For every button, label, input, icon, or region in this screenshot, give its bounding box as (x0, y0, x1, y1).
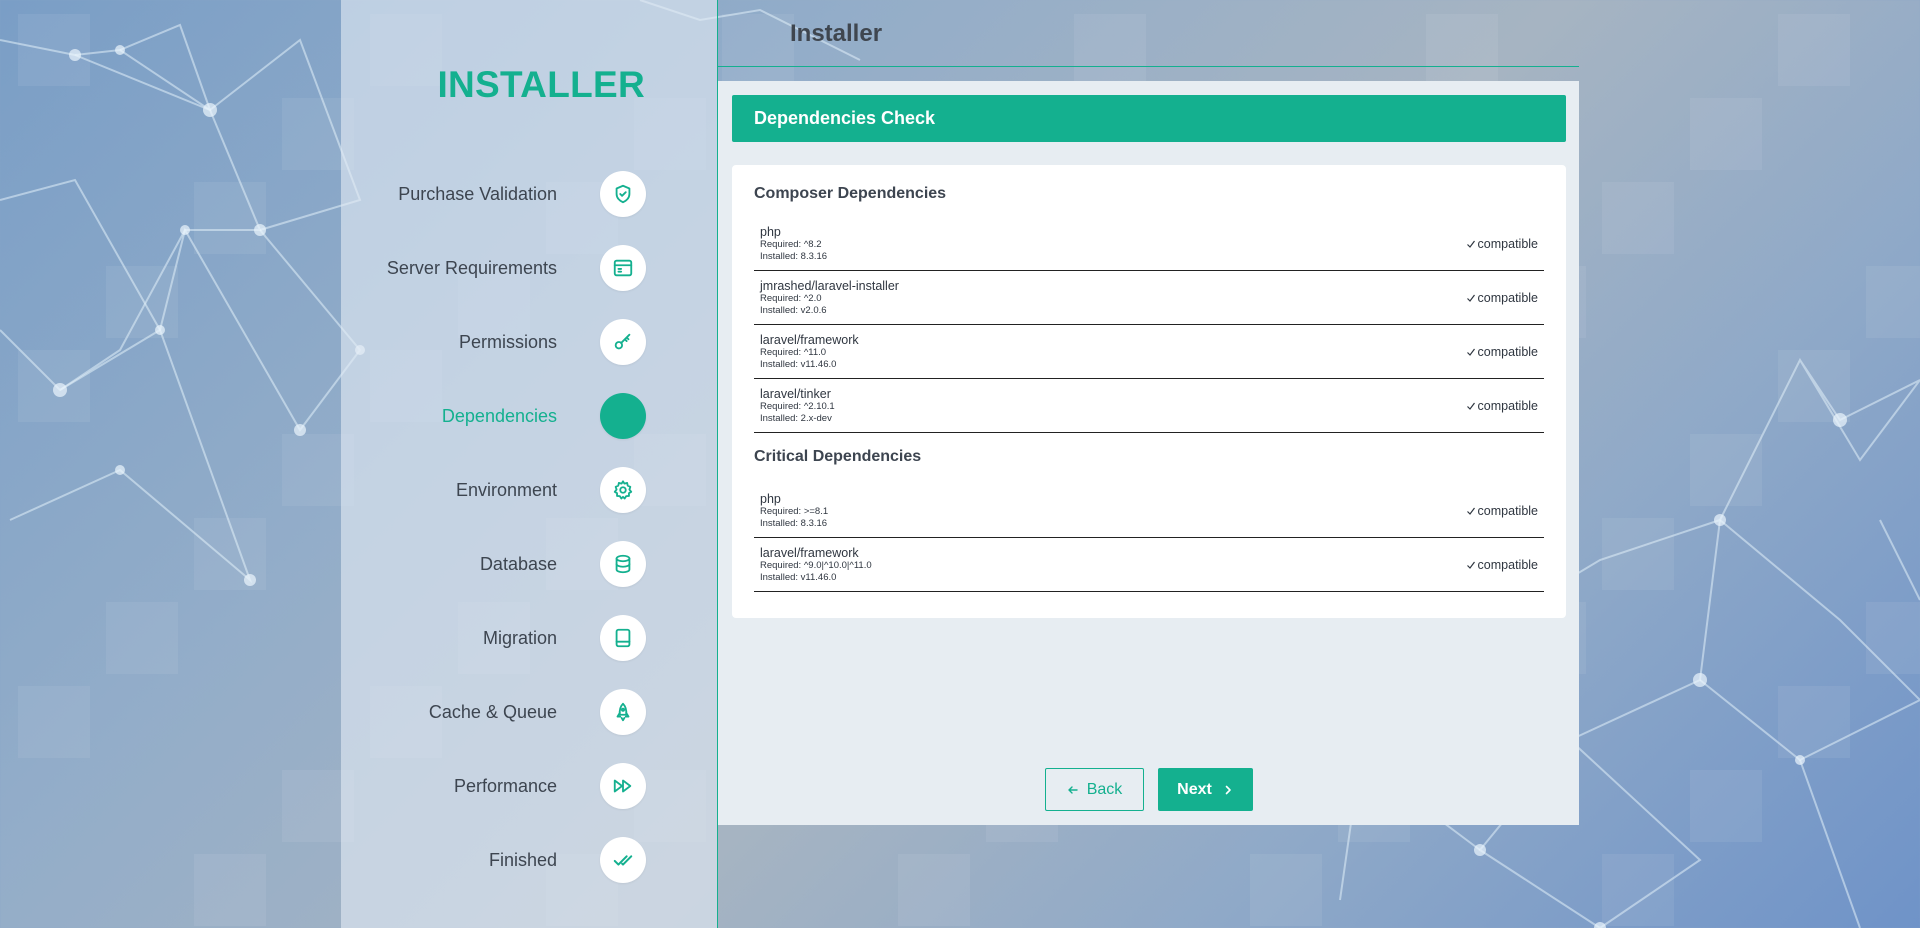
dependency-row: php Required: >=8.1 Installed: 8.3.16 co… (754, 484, 1544, 538)
step-label: Cache & Queue (428, 701, 557, 722)
step-label: Environment (455, 479, 557, 500)
dependency-row: laravel/framework Required: ^9.0|^10.0|^… (754, 538, 1544, 592)
check-icon (1466, 507, 1475, 515)
section-header: Dependencies Check (732, 95, 1566, 142)
dependency-name: laravel/framework (760, 332, 859, 347)
shield-check-icon (600, 171, 646, 217)
status-badge: compatible (1466, 345, 1538, 359)
dependency-info: laravel/tinker Required: ^2.10.1 Install… (760, 387, 835, 425)
status-badge: compatible (1466, 291, 1538, 305)
step-list: Purchase Validation Server Requirements … (326, 157, 646, 897)
check-icon (1466, 294, 1475, 302)
chevron-right-icon (1225, 785, 1231, 794)
sidebar: INSTALLER Purchase Validation Server Req… (341, 0, 718, 928)
brand-title: INSTALLER (437, 64, 645, 105)
step-label: Performance (453, 775, 557, 796)
tablet-icon (600, 615, 646, 661)
status-text: compatible (1477, 290, 1538, 305)
status-text: compatible (1477, 503, 1538, 518)
dependency-installed: Installed: v2.0.6 (760, 304, 827, 316)
step-dependencies[interactable]: Dependencies (326, 379, 646, 453)
step-label: Migration (482, 627, 557, 648)
dependency-name: laravel/framework (760, 545, 859, 560)
database-icon (600, 541, 646, 587)
check-icon (1466, 240, 1475, 248)
status-badge: compatible (1466, 558, 1538, 572)
status-text: compatible (1477, 398, 1538, 413)
step-database[interactable]: Database (326, 527, 646, 601)
dependency-info: php Required: ^8.2 Installed: 8.3.16 (760, 225, 827, 263)
dependency-info: laravel/framework Required: ^11.0 Instal… (760, 333, 859, 371)
dependency-required: Required: ^11.0 (760, 346, 827, 358)
dependency-required: Required: ^8.2 (760, 238, 822, 250)
top-header: Installer (718, 0, 1579, 67)
page-title: Installer (790, 20, 883, 47)
step-performance[interactable]: Performance (326, 749, 646, 823)
dependency-installed: Installed: v11.46.0 (760, 571, 837, 583)
step-migration[interactable]: Migration (326, 601, 646, 675)
status-badge: compatible (1466, 504, 1538, 518)
step-label: Finished (488, 849, 557, 870)
status-badge: compatible (1466, 399, 1538, 413)
dependency-info: php Required: >=8.1 Installed: 8.3.16 (760, 492, 828, 530)
dependency-info: jmrashed/laravel-installer Required: ^2.… (760, 279, 899, 317)
dependency-required: Required: ^2.10.1 (760, 400, 835, 412)
dependency-name: laravel/tinker (760, 386, 831, 401)
dependency-installed: Installed: 8.3.16 (760, 517, 828, 529)
dependency-installed: Installed: 2.x-dev (760, 412, 832, 424)
composer-dependencies-title: Composer Dependencies (754, 185, 947, 202)
step-purchase-validation[interactable]: Purchase Validation (326, 157, 646, 231)
dependency-name: jmrashed/laravel-installer (760, 278, 899, 293)
next-button-label: Next (1177, 780, 1212, 798)
double-check-icon (600, 837, 646, 883)
check-icon (1466, 561, 1475, 569)
step-label: Permissions (458, 331, 557, 352)
dependencies-card: Composer Dependencies php Required: ^8.2… (732, 165, 1566, 618)
step-finished[interactable]: Finished (326, 823, 646, 897)
step-permissions[interactable]: Permissions (326, 305, 646, 379)
gear-icon (600, 467, 646, 513)
back-button-label: Back (1086, 780, 1123, 798)
dependency-required: Required: ^2.0 (760, 292, 822, 304)
status-text: compatible (1477, 557, 1538, 572)
filled-circle-icon (600, 393, 646, 439)
arrow-left-icon (1068, 785, 1078, 794)
dependency-info: laravel/framework Required: ^9.0|^10.0|^… (760, 546, 872, 584)
dependency-row: laravel/tinker Required: ^2.10.1 Install… (754, 379, 1544, 433)
step-cache-queue[interactable]: Cache & Queue (326, 675, 646, 749)
browser-window-icon (600, 245, 646, 291)
dependency-required: Required: >=8.1 (760, 505, 829, 517)
dependency-row: laravel/framework Required: ^11.0 Instal… (754, 325, 1544, 379)
step-server-requirements[interactable]: Server Requirements (326, 231, 646, 305)
step-label: Database (479, 553, 557, 574)
step-label: Server Requirements (386, 257, 557, 278)
step-environment[interactable]: Environment (326, 453, 646, 527)
fast-forward-icon (600, 763, 646, 809)
dependency-name: php (760, 491, 781, 506)
dependency-row: php Required: ^8.2 Installed: 8.3.16 com… (754, 217, 1544, 271)
step-label: Purchase Validation (398, 183, 557, 204)
status-text: compatible (1477, 344, 1538, 359)
dependency-installed: Installed: 8.3.16 (760, 250, 828, 262)
check-icon (1466, 402, 1475, 410)
dependency-required: Required: ^9.0|^10.0|^11.0 (760, 559, 872, 571)
main-panel: Dependencies Check Composer Dependencies… (718, 81, 1579, 825)
status-badge: compatible (1466, 237, 1538, 251)
back-button[interactable]: Back (1045, 768, 1144, 811)
key-icon (600, 319, 646, 365)
dependency-installed: Installed: v11.46.0 (760, 358, 837, 370)
rocket-icon (600, 689, 646, 735)
critical-dependencies-title: Critical Dependencies (754, 448, 922, 465)
next-button[interactable]: Next (1158, 768, 1253, 811)
status-text: compatible (1477, 236, 1538, 251)
dependency-name: php (760, 224, 781, 239)
dependency-row: jmrashed/laravel-installer Required: ^2.… (754, 271, 1544, 325)
step-label: Dependencies (441, 405, 557, 426)
check-icon (1466, 348, 1475, 356)
